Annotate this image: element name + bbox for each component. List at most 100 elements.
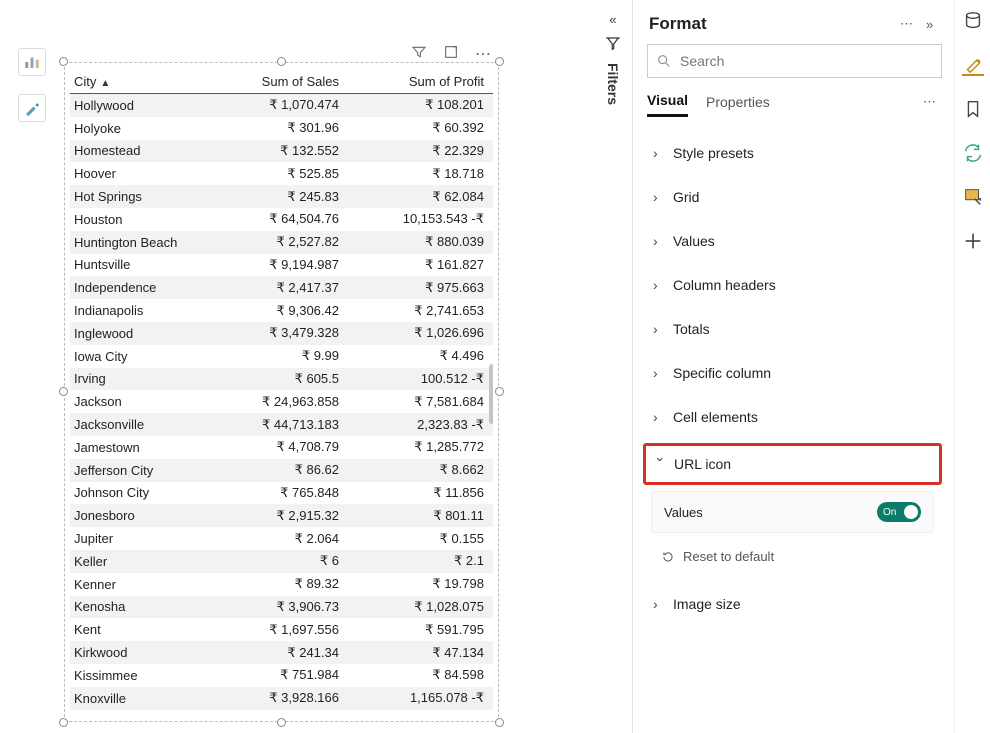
chevron-right-icon: › — [653, 409, 667, 425]
card-url-icon[interactable]: › URL icon — [646, 446, 939, 482]
table-body[interactable]: Hollywood₹ 1,070.474₹ 108.201Holyoke₹ 30… — [70, 94, 493, 687]
cell-sales: ₹ 2,915.32 — [235, 508, 345, 524]
table-row[interactable]: Kissimmee₹ 751.984₹ 84.598 — [70, 664, 493, 687]
cell-profit: ₹ 62.084 — [345, 189, 490, 205]
table-row[interactable]: Jamestown₹ 4,708.79₹ 1,285.772 — [70, 436, 493, 459]
filter-icon[interactable] — [411, 44, 427, 60]
chevron-right-icon: › — [653, 596, 667, 612]
cell-profit: ₹ 1,285.772 — [345, 439, 490, 455]
card-values[interactable]: ›Values — [645, 223, 940, 259]
url-icon-values-toggle[interactable]: On — [877, 502, 921, 522]
format-visual-button[interactable] — [18, 94, 46, 122]
cell-profit: ₹ 19.798 — [345, 576, 490, 592]
cell-profit: ₹ 591.795 — [345, 622, 490, 638]
table-row[interactable]: Homestead₹ 132.552₹ 22.329 — [70, 140, 493, 163]
table-row[interactable]: Inglewood₹ 3,479.328₹ 1,026.696 — [70, 322, 493, 345]
table-row[interactable]: Jefferson City₹ 86.62₹ 8.662 — [70, 459, 493, 482]
chevron-down-icon: › — [653, 457, 669, 471]
sort-asc-icon: ▲ — [100, 78, 110, 89]
cell-city: Keller — [70, 554, 235, 569]
format-pane-icon[interactable] — [962, 54, 984, 76]
table-row[interactable]: Knoxville₹ 3,928.1661,165.078 -₹ — [70, 687, 493, 710]
format-more-icon[interactable]: ⋯ — [900, 16, 916, 32]
filters-pane-label[interactable]: Filters — [605, 63, 621, 105]
table-row[interactable]: La Crosse₹ 830.41₹ 272.077 — [70, 710, 493, 714]
table-row[interactable]: Huntington Beach₹ 2,527.82₹ 880.039 — [70, 231, 493, 254]
card-image-size[interactable]: ›Image size — [645, 586, 940, 622]
table-row[interactable]: Kirkwood₹ 241.34₹ 47.134 — [70, 641, 493, 664]
format-search-box[interactable] — [647, 44, 942, 78]
cell-city: La Crosse — [70, 713, 235, 714]
card-style-presets[interactable]: ›Style presets — [645, 135, 940, 171]
cell-sales: ₹ 9.99 — [235, 348, 345, 364]
cell-sales: ₹ 24,963.858 — [235, 394, 345, 410]
table-scrollbar-thumb[interactable] — [489, 364, 493, 424]
tab-visual[interactable]: Visual — [647, 86, 688, 117]
add-pane-icon[interactable] — [962, 230, 984, 252]
cell-city: Iowa City — [70, 349, 235, 364]
table-row[interactable]: Jacksonville₹ 44,713.1832,323.83 -₹ — [70, 413, 493, 436]
cell-sales: ₹ 89.32 — [235, 576, 345, 592]
table-row[interactable]: Johnson City₹ 765.848₹ 11.856 — [70, 482, 493, 505]
cell-city: Johnson City — [70, 485, 235, 500]
filters-pane-icon[interactable] — [604, 35, 622, 53]
table-row[interactable]: Independence₹ 2,417.37₹ 975.663 — [70, 276, 493, 299]
table-row[interactable]: Iowa City₹ 9.99₹ 4.496 — [70, 345, 493, 368]
table-row[interactable]: Kenosha₹ 3,906.73₹ 1,028.075 — [70, 596, 493, 619]
cell-sales: ₹ 751.984 — [235, 667, 345, 683]
table-row[interactable]: Houston₹ 64,504.7610,153.543 -₹ — [70, 208, 493, 231]
format-search-input[interactable] — [678, 52, 933, 70]
chart-icon — [23, 53, 41, 71]
cell-sales: ₹ 4,708.79 — [235, 439, 345, 455]
cell-city: Kent — [70, 622, 235, 637]
table-row[interactable]: Holyoke₹ 301.96₹ 60.392 — [70, 117, 493, 140]
cell-sales: ₹ 64,504.76 — [235, 211, 345, 227]
cell-profit: ₹ 1,026.696 — [345, 325, 490, 341]
cell-profit: ₹ 880.039 — [345, 234, 490, 250]
tabs-more-icon[interactable]: ⋯ — [923, 94, 938, 110]
table-row[interactable]: Keller₹ 6₹ 2.1 — [70, 550, 493, 573]
table-row[interactable]: Jackson₹ 24,963.858₹ 7,581.684 — [70, 390, 493, 413]
table-row[interactable]: Indianapolis₹ 9,306.42₹ 2,741.653 — [70, 299, 493, 322]
column-header-city[interactable]: City▲ — [70, 74, 235, 89]
table-visual[interactable]: ⋯ City▲ Sum of Sales Sum of Profit Holly… — [64, 62, 499, 722]
cell-profit: ₹ 2.1 — [345, 553, 490, 569]
column-header-sales[interactable]: Sum of Sales — [235, 74, 345, 89]
cell-city: Kenner — [70, 577, 235, 592]
table-row[interactable]: Hollywood₹ 1,070.474₹ 108.201 — [70, 94, 493, 117]
table-row[interactable]: Jonesboro₹ 2,915.32₹ 801.11 — [70, 504, 493, 527]
card-column-headers[interactable]: ›Column headers — [645, 267, 940, 303]
bookmarks-pane-icon[interactable] — [962, 98, 984, 120]
sync-slicers-icon[interactable] — [962, 142, 984, 164]
cell-sales: ₹ 765.848 — [235, 485, 345, 501]
cell-profit: 100.512 -₹ — [345, 371, 490, 387]
cell-profit: ₹ 7,581.684 — [345, 394, 490, 410]
column-header-profit[interactable]: Sum of Profit — [345, 74, 490, 89]
card-cell-elements[interactable]: ›Cell elements — [645, 399, 940, 435]
build-visual-button[interactable] — [18, 48, 46, 76]
card-specific-column[interactable]: ›Specific column — [645, 355, 940, 391]
table-row[interactable]: Jupiter₹ 2.064₹ 0.155 — [70, 527, 493, 550]
expand-filters-icon[interactable]: « — [603, 12, 623, 27]
reset-to-default-button[interactable]: Reset to default — [633, 541, 952, 578]
focus-mode-icon[interactable] — [443, 44, 459, 60]
cell-profit: ₹ 4.496 — [345, 348, 490, 364]
card-grid[interactable]: ›Grid — [645, 179, 940, 215]
table-row[interactable]: Hoover₹ 525.85₹ 18.718 — [70, 162, 493, 185]
table-row[interactable]: Kenner₹ 89.32₹ 19.798 — [70, 573, 493, 596]
cell-sales: ₹ 605.5 — [235, 371, 345, 387]
cell-profit: ₹ 8.662 — [345, 462, 490, 478]
visual-more-options-icon[interactable]: ⋯ — [475, 44, 491, 60]
selection-pane-icon[interactable] — [962, 186, 984, 208]
data-pane-icon[interactable] — [962, 10, 984, 32]
table-row[interactable]: Hot Springs₹ 245.83₹ 62.084 — [70, 185, 493, 208]
cell-city: Jupiter — [70, 531, 235, 546]
card-totals[interactable]: ›Totals — [645, 311, 940, 347]
table-row[interactable]: Irving₹ 605.5100.512 -₹ — [70, 368, 493, 391]
cell-city: Jefferson City — [70, 463, 235, 478]
table-row[interactable]: Kent₹ 1,697.556₹ 591.795 — [70, 618, 493, 641]
table-row[interactable]: Huntsville₹ 9,194.987₹ 161.827 — [70, 254, 493, 277]
cell-city: Hot Springs — [70, 189, 235, 204]
tab-properties[interactable]: Properties — [706, 88, 770, 116]
collapse-format-icon[interactable]: » — [926, 17, 942, 32]
